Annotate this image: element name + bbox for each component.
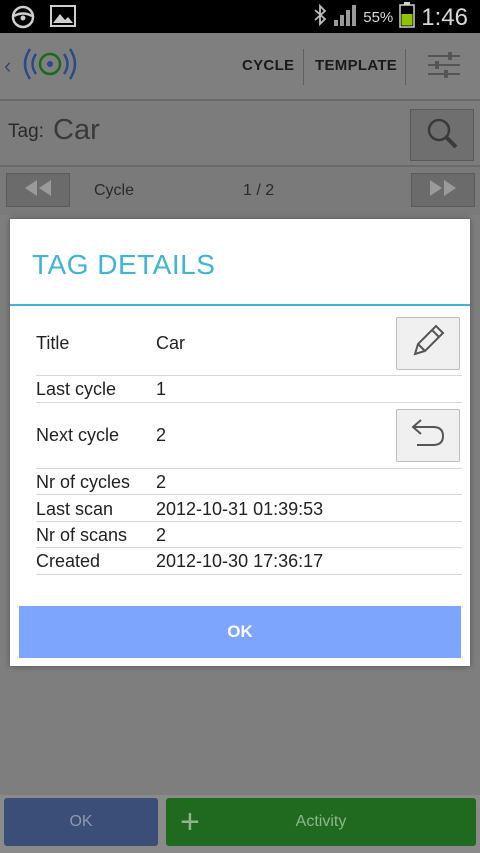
cycle-page-indicator: 1 / 2 (243, 182, 275, 199)
row-divider (36, 574, 462, 575)
image-icon (50, 5, 76, 34)
detail-value: 1 (156, 379, 167, 399)
battery-icon (399, 2, 416, 33)
detail-value: 2 (156, 425, 167, 445)
detail-value: 2012-10-30 17:36:17 (156, 551, 324, 571)
search-button[interactable] (410, 109, 474, 161)
dialog-title-divider (10, 304, 470, 306)
tab-divider (405, 49, 406, 85)
edit-title-button[interactable] (396, 317, 460, 370)
nfc-logo[interactable] (18, 39, 82, 94)
action-bar: ‹ CYCLE TEMPLATE (0, 33, 480, 101)
reset-cycle-button[interactable] (396, 409, 460, 462)
battery-percent: 55% (363, 9, 394, 26)
tag-label: Tag: (8, 121, 44, 142)
previous-cycle-button[interactable] (6, 173, 70, 207)
back-chevron-icon[interactable]: ‹ (4, 53, 11, 79)
activity-label: Activity (295, 813, 347, 830)
detail-key: Created (36, 551, 101, 571)
detail-key: Next cycle (36, 425, 120, 445)
detail-value: 2 (156, 472, 167, 492)
tag-details-dialog: TAG DETAILS Title Car Last cycle 1 Next … (10, 219, 470, 666)
detail-key: Last scan (36, 499, 114, 519)
detail-value: 2 (156, 525, 167, 545)
status-bar: 55% 1:46 (0, 0, 480, 33)
detail-value: Car (156, 333, 186, 353)
row-divider (36, 494, 462, 495)
next-cycle-button[interactable] (411, 173, 475, 207)
tag-name: Car (53, 114, 100, 146)
detail-key: Nr of scans (36, 525, 128, 545)
tab-template[interactable]: TEMPLATE (315, 57, 397, 74)
signal-icon (333, 4, 357, 31)
row-divider (36, 402, 462, 403)
plus-icon: + (180, 803, 200, 841)
detail-key: Title (36, 333, 70, 353)
pencil-icon (409, 322, 447, 365)
row-divider (36, 547, 462, 548)
tab-cycle[interactable]: CYCLE (242, 57, 294, 74)
fast-forward-icon (428, 179, 458, 202)
row-divider (36, 375, 462, 376)
detail-key: Last cycle (36, 379, 117, 399)
steering-wheel-icon (10, 5, 36, 34)
tag-header: Tag: Car (0, 101, 480, 167)
dialog-ok-button[interactable]: OK (19, 606, 461, 658)
settings-sliders-icon[interactable] (426, 49, 462, 86)
search-icon (425, 116, 459, 155)
bluetooth-icon (313, 3, 327, 31)
dialog-title: TAG DETAILS (32, 249, 216, 280)
detail-value: 2012-10-31 01:39:53 (156, 499, 324, 519)
rewind-icon (23, 179, 53, 202)
undo-icon (409, 416, 447, 455)
row-divider (36, 521, 462, 522)
row-divider (36, 468, 462, 469)
detail-key: Nr of cycles (36, 472, 131, 492)
tab-divider (303, 49, 304, 85)
cycle-navigation: Cycle 1 / 2 (0, 167, 480, 215)
cycle-label: Cycle (94, 182, 135, 199)
bottom-ok-button[interactable]: OK (4, 798, 158, 846)
activity-button[interactable]: + Activity (166, 798, 476, 846)
clock: 1:46 (421, 3, 468, 31)
